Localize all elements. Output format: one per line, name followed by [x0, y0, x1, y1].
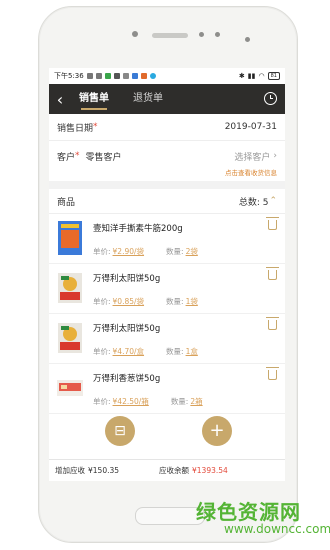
sale-date-row[interactable]: 销售日期 * 2019-07-31 [49, 114, 285, 141]
trash-icon[interactable] [266, 267, 279, 280]
required-marker: * [93, 122, 98, 132]
list-item[interactable]: 万得利太阳饼50g 单价: ¥0.85/袋 数量: 1袋 [49, 264, 285, 314]
notification-icon [95, 73, 102, 79]
date-value[interactable]: 2019-07-31 [225, 122, 277, 132]
qty-label: 数量: [166, 347, 184, 356]
list-item[interactable]: 万得利太阳饼50g 单价: ¥4.70/盒 数量: 1盒 [49, 314, 285, 364]
notification-icon [113, 73, 120, 79]
price-label: 单价: [93, 247, 111, 256]
qty-label: 数量: [170, 397, 189, 406]
speaker-grille [152, 33, 188, 38]
notification-icon [149, 73, 156, 79]
wifi-icon: ◠ [258, 72, 265, 80]
price-label: 单价: [93, 297, 111, 306]
trash-icon[interactable] [266, 217, 279, 230]
add-button[interactable]: + [202, 416, 232, 446]
price-value[interactable]: ¥4.70/盒 [113, 346, 145, 357]
home-button[interactable] [135, 507, 205, 525]
clock-icon[interactable] [264, 92, 277, 105]
status-time: 下午5:36 [54, 72, 84, 80]
product-image [58, 323, 82, 353]
front-camera [132, 31, 138, 37]
price-value[interactable]: ¥2.90/袋 [113, 246, 145, 257]
increase-label: 增加应收 [55, 466, 85, 475]
tab-sales-order[interactable]: 销售单 [71, 84, 117, 114]
action-bar: ⊟ + [49, 410, 285, 458]
product-name: 壹知洋手撕素牛筋200g [93, 224, 183, 234]
trash-icon[interactable] [266, 367, 279, 380]
required-marker: * [75, 151, 80, 161]
list-item[interactable]: 万得利香葱饼50g 单价: ¥42.50/箱 数量: 2箱 [49, 364, 285, 414]
chevron-up-icon[interactable]: ⌃ [269, 196, 277, 206]
product-image [57, 380, 83, 396]
watermark-title: 绿色资源网 [196, 500, 301, 524]
list-item[interactable]: 壹知洋手撕素牛筋200g 单价: ¥2.90/袋 数量: 2袋 [49, 214, 285, 264]
customer-value: 零售客户 [85, 152, 122, 163]
chevron-left-icon[interactable]: ‹ [49, 90, 71, 109]
balance-label: 应收余额 [159, 466, 190, 475]
qty-value[interactable]: 1袋 [186, 296, 198, 307]
notification-icon [86, 73, 93, 79]
notification-icon [140, 73, 147, 79]
price-value[interactable]: ¥0.85/袋 [113, 296, 145, 307]
qty-value[interactable]: 1盒 [186, 346, 198, 357]
sensor [245, 37, 250, 42]
nav-bar: ‹ 销售单 退货单 [49, 84, 285, 114]
qty-label: 数量: [166, 297, 184, 306]
customer-label: 客户 [57, 152, 76, 163]
goods-header-label: 商品 [57, 197, 76, 208]
address-hint-link[interactable]: 点击查看收货信息 [49, 167, 285, 181]
select-customer[interactable]: 选择客户 [234, 150, 270, 163]
price-value[interactable]: ¥42.50/箱 [113, 396, 149, 407]
notification-icon [122, 73, 129, 79]
divider [49, 181, 285, 189]
app-screen: 下午5:36 ✱ ▮▮ ◠ 81 ‹ 销售单 退货单 销售日期 * 2019-07… [49, 68, 285, 481]
qty-value[interactable]: 2箱 [190, 396, 202, 407]
battery-icon: 81 [267, 72, 280, 80]
watermark-url: www.downcc.com [224, 522, 330, 536]
sensor [215, 32, 220, 37]
qty-label: 数量: [166, 247, 184, 256]
total-count: 总数: 5 [238, 197, 269, 208]
trash-icon[interactable] [266, 317, 279, 330]
wechat-icon [104, 73, 111, 79]
date-label: 销售日期 [57, 123, 94, 134]
price-label: 单价: [93, 397, 111, 406]
customer-row[interactable]: 客户 * 零售客户 选择客户 › [49, 141, 285, 167]
notification-icon [131, 73, 138, 79]
bluetooth-icon: ✱ [238, 72, 245, 80]
chevron-right-icon: › [273, 151, 277, 161]
product-name: 万得利太阳饼50g [93, 324, 161, 334]
sensor [199, 32, 204, 37]
product-image [58, 221, 82, 255]
balance-value: ¥1393.54 [192, 466, 228, 475]
goods-header: 商品 总数: 5 ⌃ [49, 189, 285, 214]
product-image [58, 273, 82, 303]
summary-footer: 增加应收 ¥150.35 应收余额 ¥1393.54 [49, 459, 285, 481]
price-label: 单价: [93, 347, 111, 356]
tab-return-order[interactable]: 退货单 [125, 84, 171, 114]
signal-icon: ▮▮ [247, 72, 256, 80]
scan-button[interactable]: ⊟ [105, 416, 135, 446]
qty-value[interactable]: 2袋 [186, 246, 198, 257]
product-name: 万得利太阳饼50g [93, 274, 161, 284]
status-bar: 下午5:36 ✱ ▮▮ ◠ 81 [49, 68, 285, 84]
product-name: 万得利香葱饼50g [93, 374, 161, 384]
increase-value: ¥150.35 [88, 466, 120, 475]
